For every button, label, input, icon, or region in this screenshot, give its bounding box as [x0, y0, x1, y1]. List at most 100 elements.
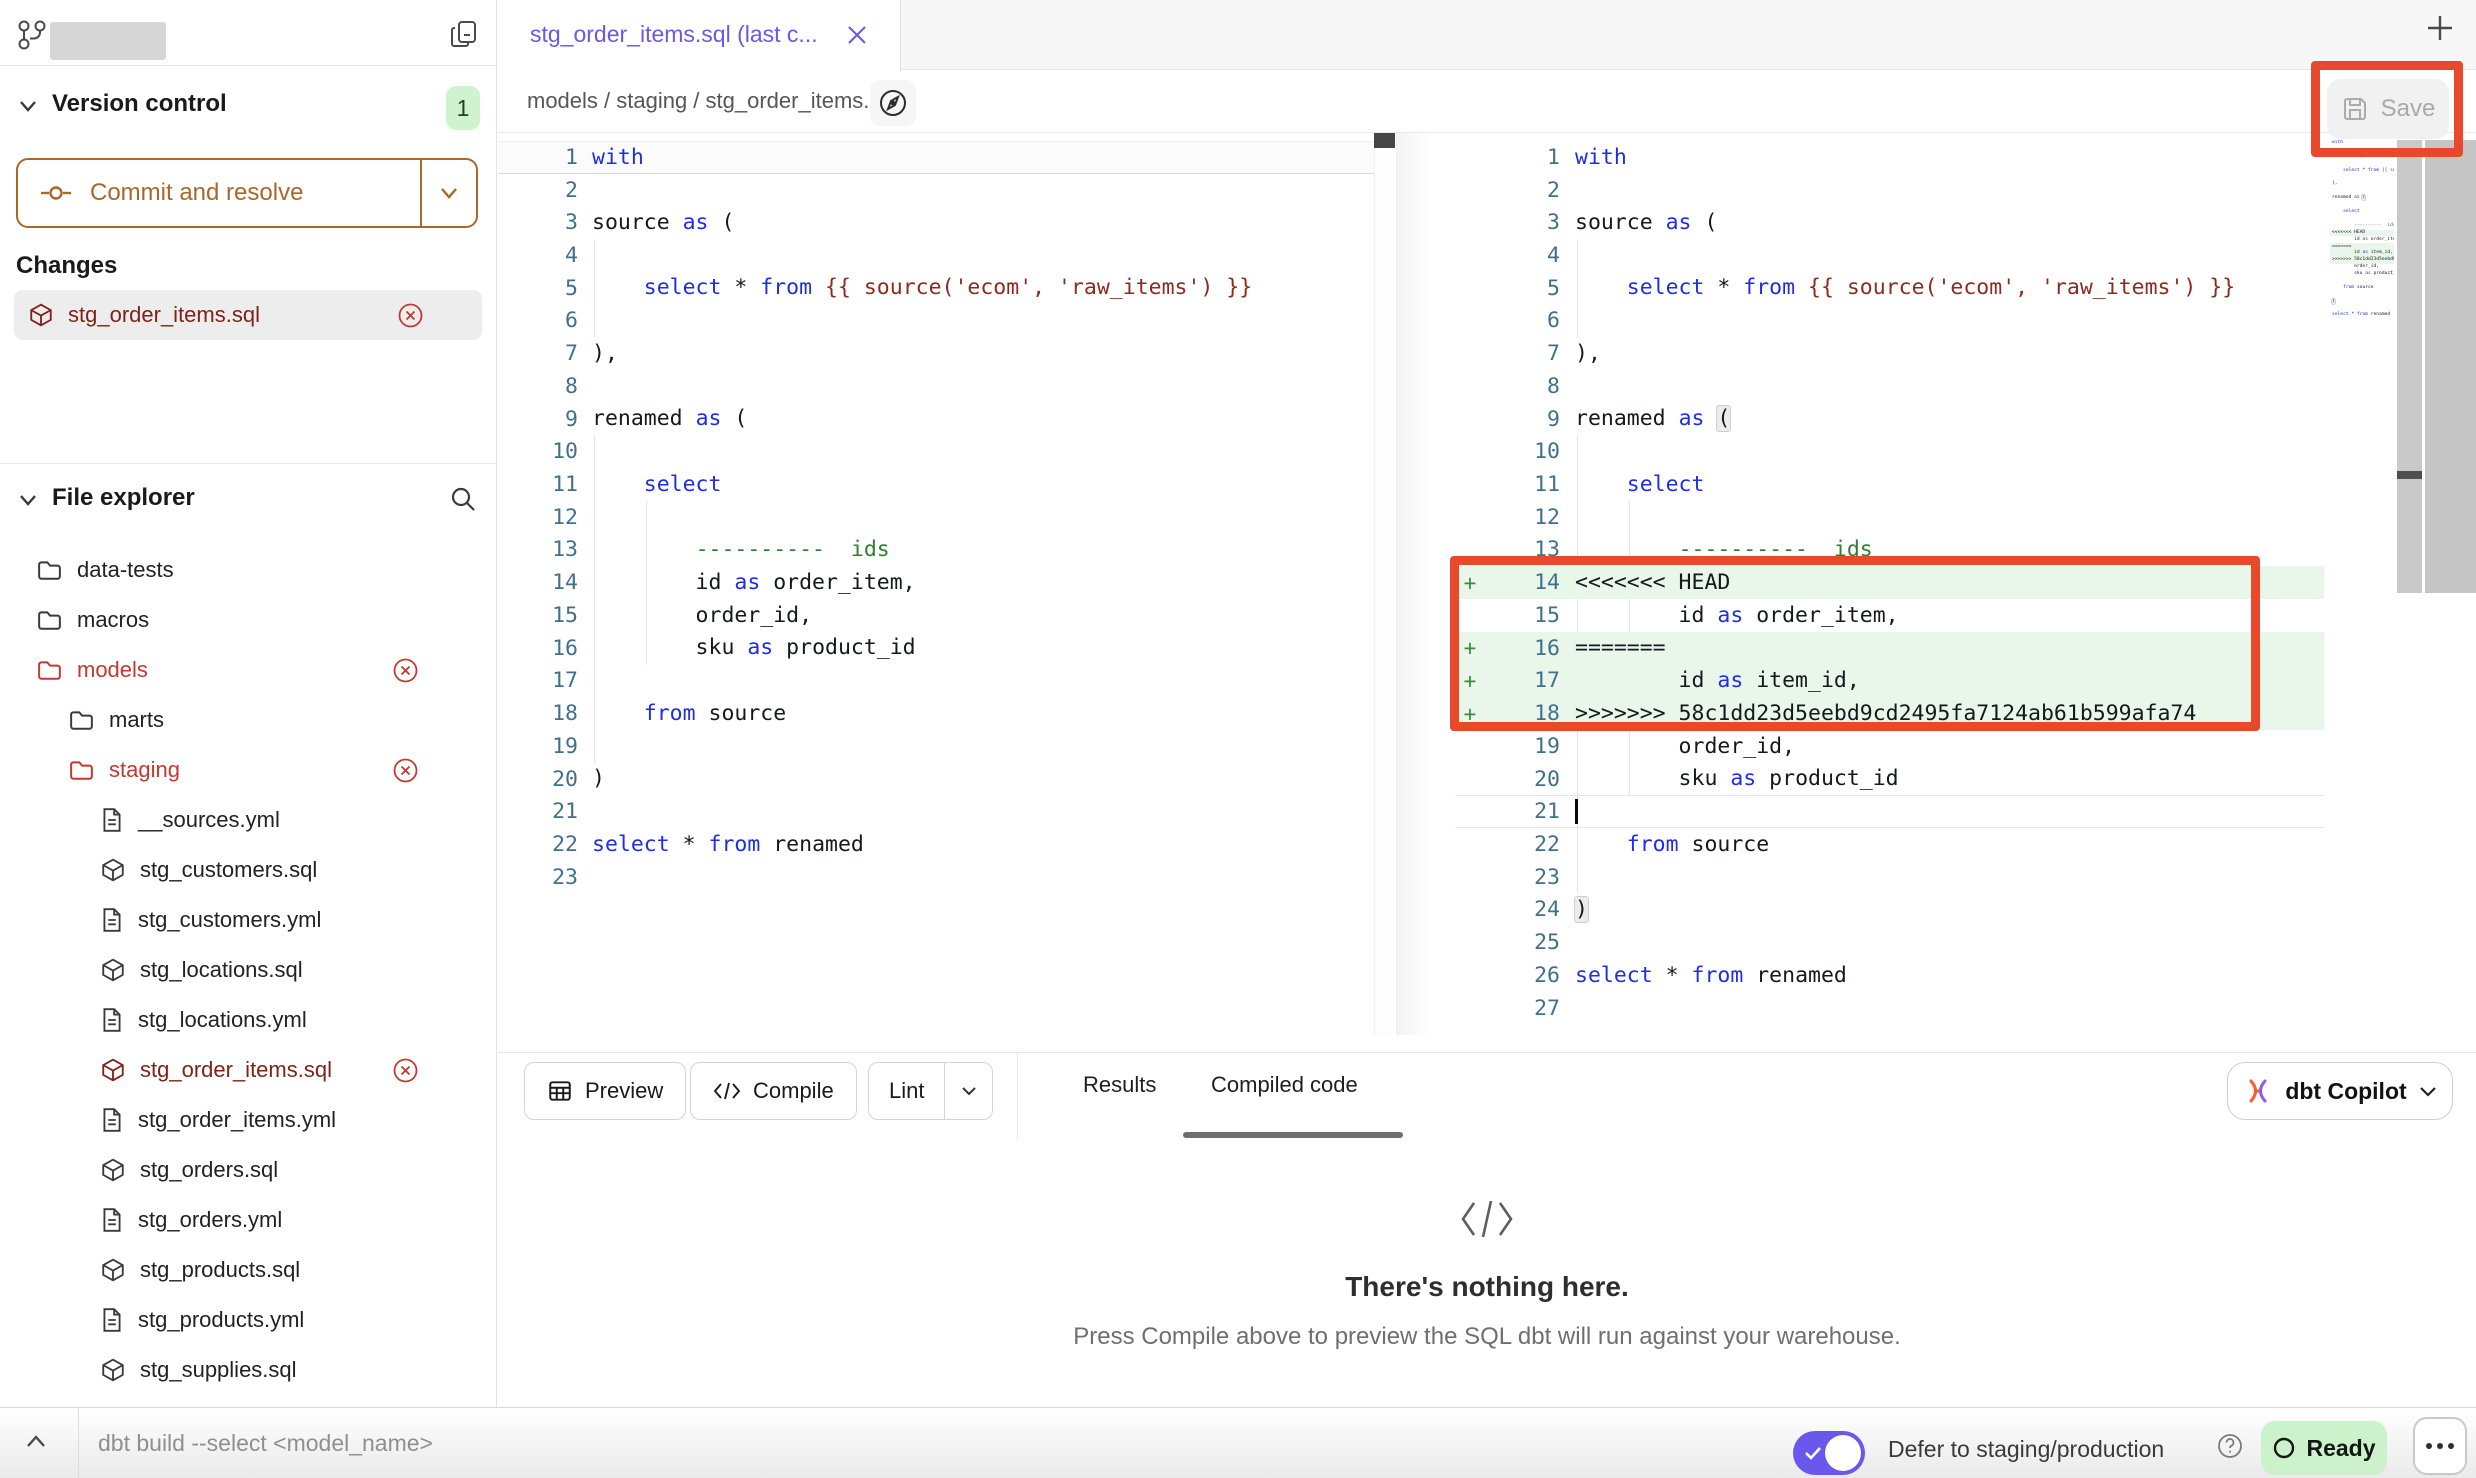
code-line-20[interactable]: 20 sku as product_id — [2330, 271, 2394, 278]
preview-button[interactable]: Preview — [524, 1062, 686, 1120]
search-icon[interactable] — [448, 484, 478, 514]
conflict-close-icon[interactable] — [397, 302, 424, 329]
conflict-close-icon[interactable] — [392, 1057, 419, 1084]
conflict-close-icon[interactable] — [392, 657, 419, 684]
editor-pane-right[interactable]: 1with23source as (45 select * from {{ so… — [1455, 133, 2324, 1036]
code-line-22[interactable]: 22 from source — [1455, 828, 2324, 861]
code-line-18[interactable]: 18>>>>>>> 58c1dd23d5eebd9cd2495fa7124ab6… — [2330, 257, 2394, 264]
file-explorer-item-stg-locations-yml[interactable]: stg_locations.yml — [0, 995, 496, 1045]
code-line-23[interactable]: 23 — [498, 861, 1374, 894]
code-line-18[interactable]: 18 from source — [498, 697, 1374, 730]
code-line-13[interactable]: 13 ---------- ids — [2330, 223, 2394, 230]
changed-file-row[interactable]: stg_order_items.sql — [14, 290, 482, 340]
code-line-1[interactable]: 1with — [498, 141, 1374, 174]
code-line-27[interactable]: 27 — [1455, 992, 2324, 1025]
help-icon[interactable] — [2216, 1432, 2244, 1460]
code-line-17[interactable]: 17 — [498, 665, 1374, 698]
code-line-13[interactable]: 13 ---------- ids — [1455, 534, 2324, 567]
window-scrollbar[interactable] — [2425, 140, 2476, 593]
file-explorer-item-stg-order-items-sql[interactable]: stg_order_items.sql — [0, 1045, 496, 1095]
code-line-15[interactable]: 15 id as order_item, — [2330, 236, 2394, 243]
code-line-17[interactable]: +17 id as item_id, — [1455, 665, 2324, 698]
code-line-6[interactable]: 6 — [1455, 305, 2324, 338]
code-line-15[interactable]: 15 id as order_item, — [1455, 599, 2324, 632]
code-line-8[interactable]: 8 — [1455, 370, 2324, 403]
code-line-19[interactable]: 19 order_id, — [2330, 264, 2394, 271]
code-line-6[interactable]: 6 — [498, 305, 1374, 338]
code-line-3[interactable]: 3source as ( — [498, 206, 1374, 239]
dbt-copilot-button[interactable]: dbt Copilot — [2227, 1062, 2453, 1120]
code-line-26[interactable]: 26select * from renamed — [1455, 959, 2324, 992]
command-input[interactable] — [98, 1422, 1598, 1464]
code-line-12[interactable]: 12 — [498, 501, 1374, 534]
conflict-close-icon[interactable] — [392, 757, 419, 784]
code-line-21[interactable]: 21 — [2330, 278, 2394, 285]
minimap[interactable]: 1with23source as (45 select * from {{ so… — [2330, 140, 2394, 340]
code-line-8[interactable]: 8 — [498, 370, 1374, 403]
editor-scrollbar[interactable] — [2397, 140, 2422, 593]
compile-button[interactable]: Compile — [690, 1062, 857, 1120]
editor-scrollbar-handle[interactable] — [2397, 471, 2422, 479]
code-line-22[interactable]: 22 from source — [2330, 285, 2394, 292]
code-line-19[interactable]: 19 — [498, 730, 1374, 763]
code-line-21[interactable]: 21 — [498, 795, 1374, 828]
status-badge-ready[interactable]: Ready — [2261, 1421, 2387, 1475]
left-pane-scrollbar-handle[interactable] — [1374, 133, 1395, 148]
left-pane-scrollbar[interactable] — [1374, 133, 1395, 1035]
code-line-4[interactable]: 4 — [2330, 161, 2394, 168]
tab-close-icon[interactable] — [844, 22, 870, 48]
file-explorer-item-stg-locations-sql[interactable]: stg_locations.sql — [0, 945, 496, 995]
code-line-6[interactable]: 6 — [2330, 174, 2394, 181]
code-line-23[interactable]: 23 — [2330, 292, 2394, 299]
file-explorer-item--sources-yml[interactable]: __sources.yml — [0, 795, 496, 845]
code-line-27[interactable]: 27 — [2330, 319, 2394, 326]
new-tab-plus-icon[interactable] — [2422, 10, 2458, 46]
code-line-5[interactable]: 5 select * from {{ source('ecom', 'raw_i… — [2330, 168, 2394, 175]
commit-and-resolve-button[interactable]: Commit and resolve — [16, 158, 478, 228]
code-line-14[interactable]: 14 id as order_item, — [498, 566, 1374, 599]
code-line-2[interactable]: 2 — [498, 174, 1374, 207]
file-explorer-item-marts[interactable]: marts — [0, 695, 496, 745]
code-line-15[interactable]: 15 order_id, — [498, 599, 1374, 632]
code-line-24[interactable]: 24) — [1455, 894, 2324, 927]
code-line-24[interactable]: 24) — [2330, 298, 2394, 305]
lint-options-chevron[interactable] — [944, 1063, 992, 1119]
code-line-21[interactable]: 21 — [1455, 795, 2324, 828]
code-line-4[interactable]: 4 — [498, 239, 1374, 272]
file-explorer-item-stg-orders-yml[interactable]: stg_orders.yml — [0, 1195, 496, 1245]
code-line-3[interactable]: 3source as ( — [1455, 206, 2324, 239]
file-explorer-item-stg-products-sql[interactable]: stg_products.sql — [0, 1245, 496, 1295]
defer-toggle[interactable] — [1793, 1431, 1865, 1475]
tab-results[interactable]: Results — [1083, 1072, 1156, 1098]
code-line-12[interactable]: 12 — [2330, 216, 2394, 223]
copy-icon[interactable] — [446, 16, 482, 52]
file-explorer-section-header[interactable]: File explorer — [0, 478, 496, 524]
file-explorer-item-stg-orders-sql[interactable]: stg_orders.sql — [0, 1145, 496, 1195]
code-line-11[interactable]: 11 select — [1455, 468, 2324, 501]
file-explorer-item-staging[interactable]: staging — [0, 745, 496, 795]
file-explorer-item-stg-customers-yml[interactable]: stg_customers.yml — [0, 895, 496, 945]
code-line-5[interactable]: 5 select * from {{ source('ecom', 'raw_i… — [1455, 272, 2324, 305]
commit-options-chevron[interactable] — [420, 160, 476, 226]
collapse-chevron-icon[interactable] — [24, 1432, 48, 1450]
file-explorer-item-stg-order-items-yml[interactable]: stg_order_items.yml — [0, 1095, 496, 1145]
code-line-2[interactable]: 2 — [2330, 147, 2394, 154]
more-options-button[interactable] — [2413, 1417, 2467, 1475]
lint-button[interactable]: Lint — [869, 1063, 944, 1119]
version-control-section-header[interactable]: Version control 1 — [0, 84, 496, 130]
code-line-5[interactable]: 5 select * from {{ source('ecom', 'raw_i… — [498, 272, 1374, 305]
save-button[interactable]: Save — [2327, 79, 2449, 139]
code-line-14[interactable]: 14<<<<<<< HEAD — [2330, 230, 2394, 237]
file-explorer-item-data-tests[interactable]: data-tests — [0, 545, 496, 595]
tab-compiled-code[interactable]: Compiled code — [1211, 1072, 1358, 1098]
file-explorer-item-models[interactable]: models — [0, 645, 496, 695]
code-line-22[interactable]: 22select * from renamed — [498, 828, 1374, 861]
code-line-12[interactable]: 12 — [1455, 501, 2324, 534]
file-explorer-item-macros[interactable]: macros — [0, 595, 496, 645]
code-line-10[interactable]: 10 — [2330, 202, 2394, 209]
code-line-3[interactable]: 3source as ( — [2330, 154, 2394, 161]
file-explorer-item-stg-products-yml[interactable]: stg_products.yml — [0, 1295, 496, 1345]
code-line-16[interactable]: +16======= — [1455, 632, 2324, 665]
file-explorer-item-stg-customers-sql[interactable]: stg_customers.sql — [0, 845, 496, 895]
code-line-25[interactable]: 25 — [1455, 926, 2324, 959]
